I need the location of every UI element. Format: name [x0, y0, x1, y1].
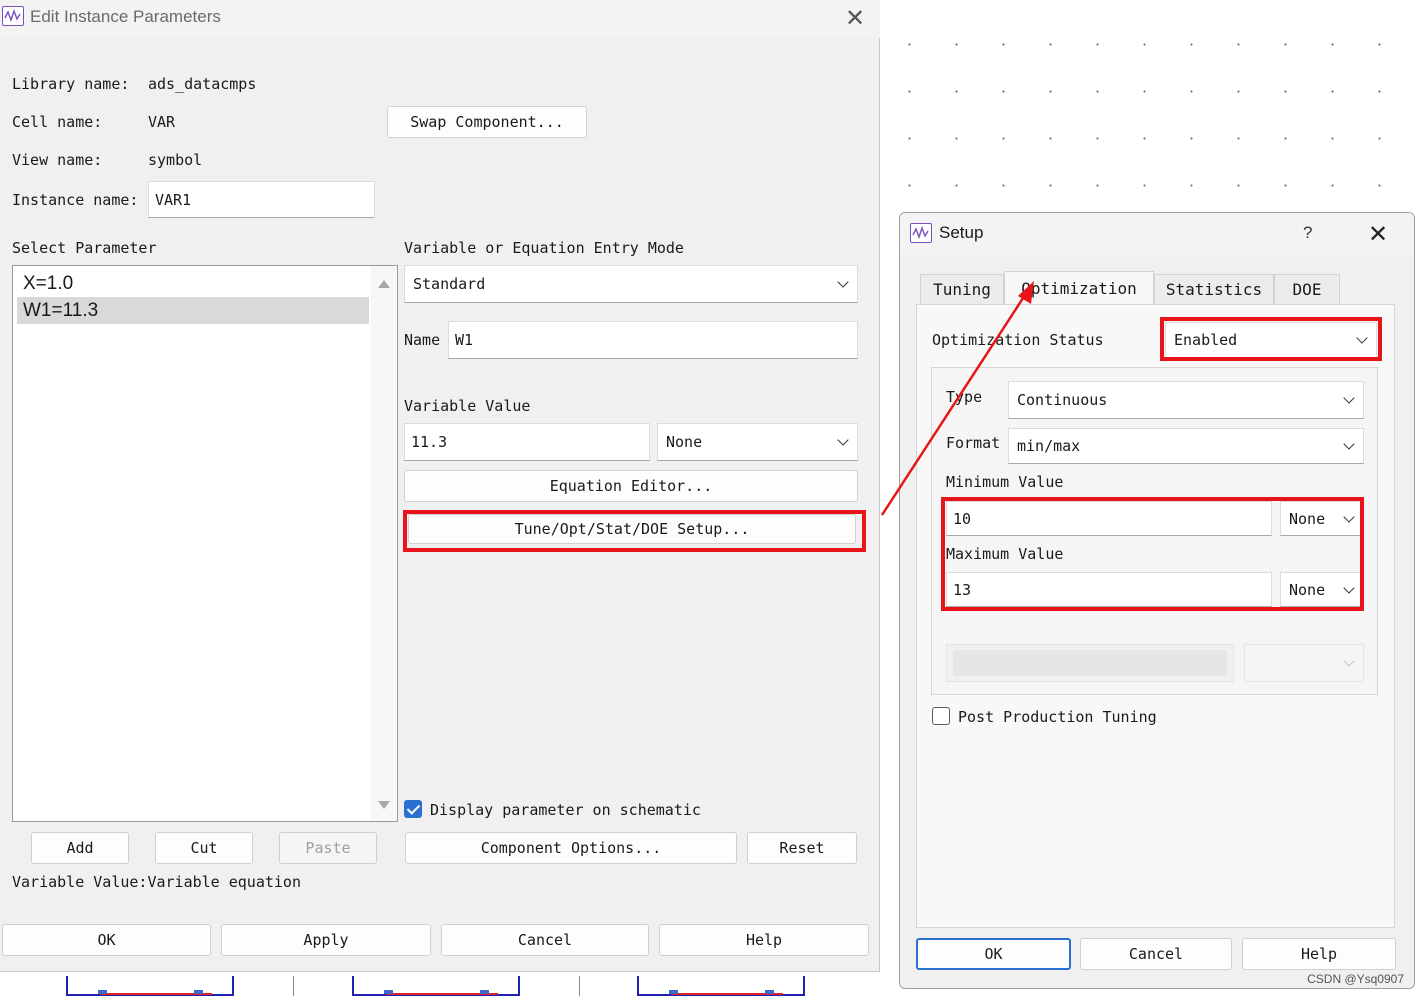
watermark-text: CSDN @Ysq0907: [1307, 972, 1404, 986]
annotation-arrow: [880, 281, 1034, 516]
